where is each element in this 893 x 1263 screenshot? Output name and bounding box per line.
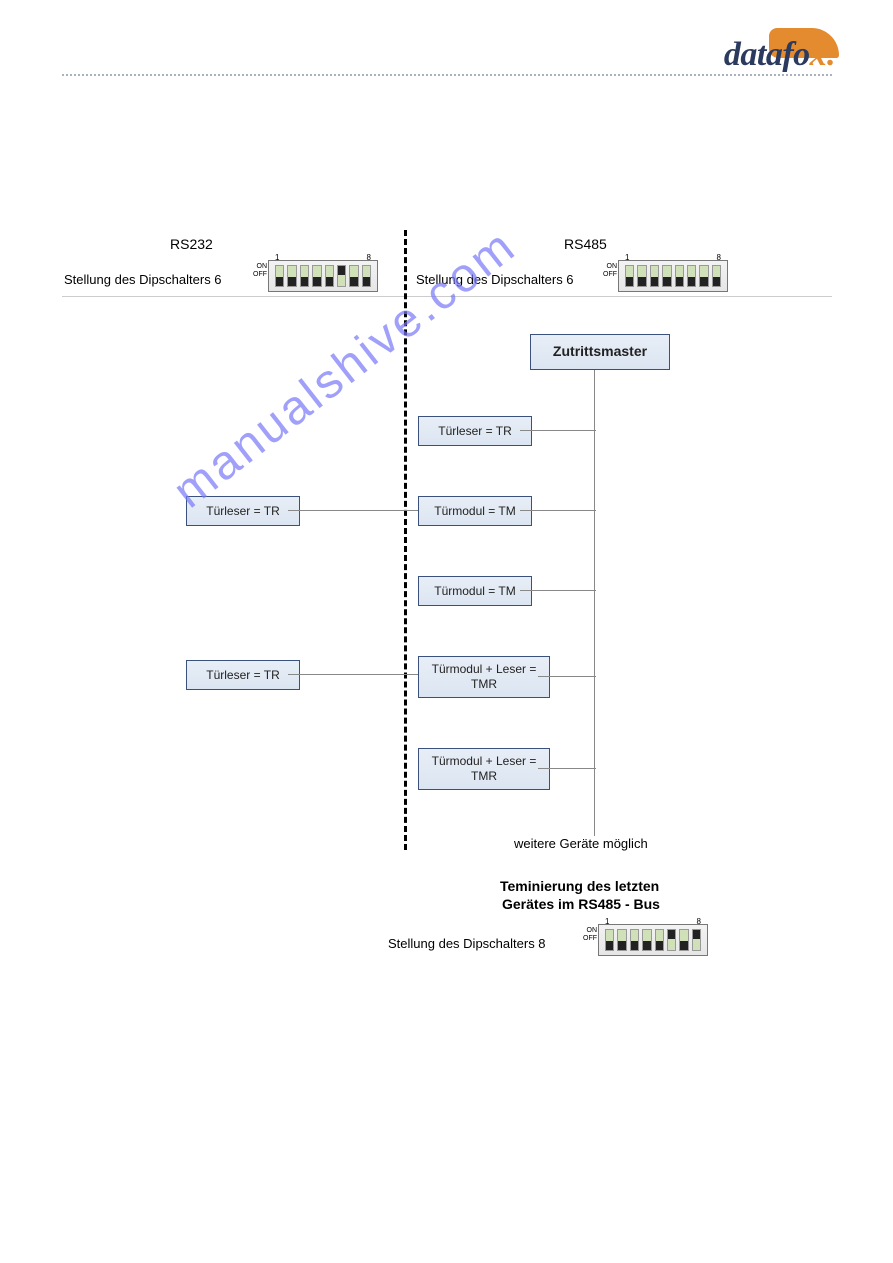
dipswitch-left: ONOFF 1 8: [268, 260, 378, 292]
brand-logo: datafox:: [724, 36, 837, 74]
header-underline: [62, 296, 832, 297]
dip-switch: [625, 265, 634, 287]
watermark: manualshive.com: [163, 94, 685, 519]
dip-switch: [349, 265, 358, 287]
dip-switch: [337, 265, 346, 287]
dip-switch: [630, 929, 639, 951]
label-rs485: RS485: [564, 236, 607, 252]
dip-switch: [692, 929, 701, 951]
dip-switch: [300, 265, 309, 287]
header-dotted-line: [62, 74, 832, 76]
dip-switch-row: [599, 925, 707, 951]
dip-num-end: 8: [367, 253, 371, 262]
dip-legend-right: ONOFF: [597, 263, 617, 280]
connector: [520, 590, 596, 591]
dip-switch: [275, 265, 284, 287]
dip-switch: [655, 929, 664, 951]
dip-switch: [650, 265, 659, 287]
label-rs232: RS232: [170, 236, 213, 252]
connector: [538, 768, 596, 769]
dip-switch: [675, 265, 684, 287]
dipswitch-8: ONOFF 1 8: [598, 924, 708, 956]
connector: [288, 674, 418, 675]
dip-switch: [699, 265, 708, 287]
box-master: Zutrittsmaster: [530, 334, 670, 370]
dip-switch: [679, 929, 688, 951]
dip-switch: [287, 265, 296, 287]
brand-text-1: datafo: [724, 36, 810, 73]
dip-num-end: 8: [697, 917, 701, 926]
dip-switch: [362, 265, 371, 287]
label-termination-1: Teminierung des letzten: [500, 878, 659, 894]
dip-num-start: 1: [275, 253, 279, 262]
connector: [520, 510, 596, 511]
connector: [538, 676, 596, 677]
box-tr-left-2: Türleser = TR: [186, 660, 300, 690]
dip-switch: [687, 265, 696, 287]
box-tr-right: Türleser = TR: [418, 416, 532, 446]
dip-switch: [312, 265, 321, 287]
connector: [288, 510, 418, 511]
dip-switch: [605, 929, 614, 951]
dip6-label-left: Stellung des Dipschalters 6: [64, 272, 222, 287]
box-tr-left-1: Türleser = TR: [186, 496, 300, 526]
dip-switch: [617, 929, 626, 951]
dip-switch: [662, 265, 671, 287]
dip-switch-row: [619, 261, 727, 287]
box-tm-1: Türmodul = TM: [418, 496, 532, 526]
dip-num-start: 1: [605, 917, 609, 926]
page: datafox: RS232 RS485 Stellung des Dipsch…: [0, 0, 893, 1263]
dip-switch: [637, 265, 646, 287]
dip-switch-row: [269, 261, 377, 287]
box-tmr-2: Türmodul + Leser = TMR: [418, 748, 550, 790]
dipswitch-right: ONOFF 1 8: [618, 260, 728, 292]
dip-legend-left: ONOFF: [247, 263, 267, 280]
dip-num-end: 8: [717, 253, 721, 262]
connector: [520, 430, 596, 431]
dip-num-start: 1: [625, 253, 629, 262]
dip-switch: [325, 265, 334, 287]
box-tm-2: Türmodul = TM: [418, 576, 532, 606]
bus-spine: [594, 370, 595, 836]
dip8-label: Stellung des Dipschalters 8: [388, 936, 546, 951]
dip-switch: [667, 929, 676, 951]
brand-text-2: x: [810, 36, 827, 73]
dip-switch: [642, 929, 651, 951]
label-more-devices: weitere Geräte möglich: [514, 836, 648, 851]
dip6-label-right: Stellung des Dipschalters 6: [416, 272, 574, 287]
label-termination-2: Gerätes im RS485 - Bus: [502, 896, 660, 912]
dip-legend-8: ONOFF: [577, 927, 597, 944]
brand-colon: :: [826, 36, 837, 73]
dip-switch: [712, 265, 721, 287]
box-tmr-1: Türmodul + Leser = TMR: [418, 656, 550, 698]
center-dashed-line: [404, 230, 407, 850]
